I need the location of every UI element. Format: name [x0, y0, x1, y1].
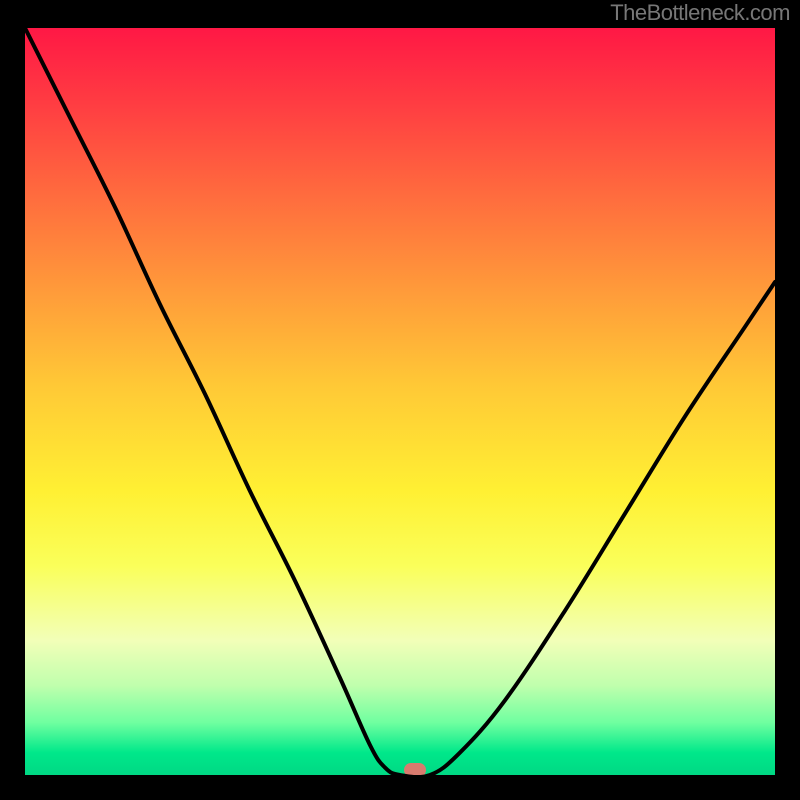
bottleneck-curve: [25, 28, 775, 775]
plot-area: [25, 28, 775, 775]
attribution-label: TheBottleneck.com: [610, 0, 790, 26]
chart-container: TheBottleneck.com: [0, 0, 800, 800]
